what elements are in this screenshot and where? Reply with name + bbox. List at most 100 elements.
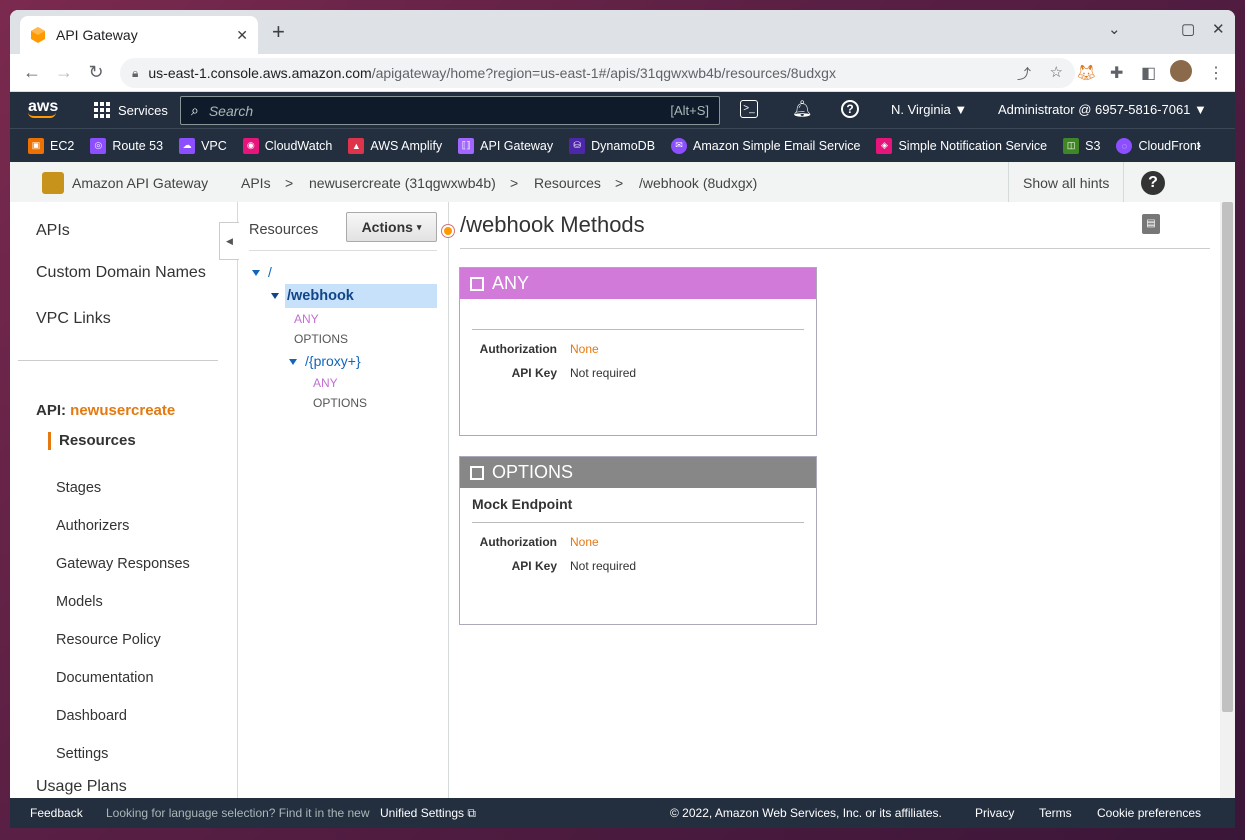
cube-icon bbox=[470, 465, 484, 480]
scrollbar-thumb[interactable] bbox=[1222, 202, 1233, 712]
url-host: us-east-1.console.aws.amazon.com bbox=[148, 65, 372, 81]
address-bar-row: ← → ↻ 🔒︎ us-east-1.console.aws.amazon.co… bbox=[10, 54, 1235, 92]
help-circle-icon[interactable]: ? bbox=[1141, 171, 1165, 195]
vpc-icon: ☁ bbox=[179, 137, 196, 154]
breadcrumb-separator: > bbox=[615, 175, 624, 191]
favorites-scroll-right-icon[interactable]: › bbox=[1196, 137, 1201, 155]
nav-authorizers[interactable]: Authorizers bbox=[56, 518, 129, 534]
documentation-book-icon[interactable]: ▤ bbox=[1142, 214, 1160, 234]
aws-logo[interactable]: aws bbox=[28, 98, 58, 118]
nav-stages[interactable]: Stages bbox=[56, 480, 101, 496]
method-any[interactable]: ANY bbox=[313, 376, 338, 390]
favorite-ec2[interactable]: ▣ EC2 bbox=[28, 137, 74, 154]
cloudshell-icon[interactable]: >_ bbox=[740, 100, 758, 118]
window-minimize-icon[interactable]: ⌄ bbox=[1108, 20, 1121, 38]
forward-icon[interactable]: → bbox=[48, 62, 80, 83]
methods-content: /webhook Methods ▤ ANY Authorization None… bbox=[450, 202, 1220, 798]
url-path: /apigateway/home?region=us-east-1#/apis/… bbox=[371, 65, 836, 81]
window-restore-icon[interactable]: ▢ bbox=[1181, 20, 1195, 38]
side-panel-icon[interactable]: ◧ bbox=[1141, 63, 1156, 83]
bookmark-star-icon[interactable]: ☆ bbox=[1050, 63, 1063, 81]
method-card-header: OPTIONS bbox=[460, 457, 816, 488]
breadcrumb-apis[interactable]: APIs bbox=[241, 175, 271, 191]
services-menu-button[interactable]: Services bbox=[94, 102, 168, 118]
ec2-icon: ▣ bbox=[28, 137, 44, 154]
breadcrumb-resources[interactable]: Resources bbox=[534, 175, 601, 191]
privacy-link[interactable]: Privacy bbox=[975, 806, 1014, 820]
api-gateway-favicon-icon bbox=[31, 27, 45, 43]
breadcrumb-resource: /webhook (8udxgx) bbox=[639, 175, 758, 191]
terms-link[interactable]: Terms bbox=[1039, 806, 1072, 820]
url-field[interactable]: 🔒︎ us-east-1.console.aws.amazon.com/apig… bbox=[120, 58, 1075, 88]
api-gateway-icon: ⟦⟧ bbox=[458, 137, 475, 154]
method-any[interactable]: ANY bbox=[294, 312, 319, 326]
tab-close-icon[interactable]: ✕ bbox=[236, 27, 248, 44]
favorite-ses[interactable]: ✉ Amazon Simple Email Service bbox=[671, 137, 860, 154]
metamask-extension-icon[interactable]: 🦊︎ bbox=[1076, 63, 1096, 83]
service-logo[interactable]: Amazon API Gateway bbox=[42, 172, 208, 194]
nav-gateway-responses[interactable]: Gateway Responses bbox=[56, 556, 190, 572]
help-icon[interactable]: ? bbox=[841, 100, 859, 118]
account-menu[interactable]: Administrator @ 6957-5816-7061 ▼ bbox=[998, 102, 1207, 117]
aws-search-input[interactable]: ⌕ Search [Alt+S] bbox=[180, 96, 720, 125]
favorite-cloudfront[interactable]: ◌ CloudFront bbox=[1116, 137, 1200, 154]
favorite-api-gateway[interactable]: ⟦⟧ API Gateway bbox=[458, 137, 553, 154]
service-header: Amazon API Gateway APIs > newusercreate … bbox=[10, 162, 1235, 204]
tree-node-proxy[interactable]: /{proxy+} bbox=[289, 353, 361, 369]
browser-window: API Gateway ✕ + ⌄ ▢ ✕ ← → ↻ 🔒︎ us-east-1… bbox=[10, 10, 1235, 828]
method-card-options[interactable]: OPTIONS Mock Endpoint Authorization None … bbox=[459, 456, 817, 625]
favorite-cloudwatch[interactable]: ◉ CloudWatch bbox=[242, 137, 332, 154]
show-all-hints-button[interactable]: Show all hints bbox=[1008, 162, 1125, 204]
breadcrumb-api[interactable]: newusercreate (31qgwxwb4b) bbox=[309, 175, 496, 191]
method-options[interactable]: OPTIONS bbox=[294, 332, 348, 346]
region-selector[interactable]: N. Virginia ▼ bbox=[891, 102, 967, 117]
breadcrumb-separator: > bbox=[285, 175, 294, 191]
tree-node-root[interactable]: / bbox=[252, 264, 272, 280]
page-scrollbar[interactable] bbox=[1220, 202, 1235, 828]
nav-vpc-links[interactable]: VPC Links bbox=[36, 310, 111, 328]
feedback-link[interactable]: Feedback bbox=[30, 806, 83, 820]
collapse-nav-icon[interactable]: ◀ bbox=[219, 222, 239, 260]
reload-icon[interactable]: ↻ bbox=[80, 62, 112, 83]
nav-dashboard[interactable]: Dashboard bbox=[56, 708, 127, 724]
expand-triangle-icon bbox=[271, 293, 279, 300]
nav-models[interactable]: Models bbox=[56, 594, 103, 610]
tab-bar: API Gateway ✕ + ⌄ ▢ ✕ bbox=[10, 10, 1235, 54]
nav-resources[interactable]: Resources bbox=[48, 432, 136, 450]
window-close-icon[interactable]: ✕ bbox=[1212, 20, 1225, 38]
browser-menu-icon[interactable]: ⋮ bbox=[1208, 63, 1224, 83]
cookie-preferences-link[interactable]: Cookie preferences bbox=[1097, 806, 1201, 820]
favorite-dynamodb[interactable]: ⛁ DynamoDB bbox=[569, 137, 655, 154]
favorite-amplify[interactable]: ▲ AWS Amplify bbox=[348, 137, 442, 154]
back-icon[interactable]: ← bbox=[16, 62, 48, 83]
actions-dropdown-button[interactable]: Actions ▾ bbox=[346, 212, 437, 242]
nav-settings[interactable]: Settings bbox=[56, 746, 108, 762]
extensions-puzzle-icon[interactable]: ✚ bbox=[1110, 63, 1123, 83]
api-name[interactable]: newusercreate bbox=[70, 402, 175, 419]
copyright: © 2022, Amazon Web Services, Inc. or its… bbox=[670, 806, 942, 820]
authorization-value[interactable]: None bbox=[570, 342, 599, 356]
resources-header: Resources bbox=[249, 222, 319, 238]
favorite-s3[interactable]: ◫ S3 bbox=[1063, 137, 1100, 154]
profile-avatar[interactable] bbox=[1170, 60, 1192, 82]
method-card-any[interactable]: ANY Authorization None API Key Not require… bbox=[459, 267, 817, 436]
unified-settings-link[interactable]: Unified Settings ⧉ bbox=[380, 806, 476, 821]
nav-resource-policy[interactable]: Resource Policy bbox=[56, 632, 161, 648]
nav-documentation[interactable]: Documentation bbox=[56, 670, 154, 686]
lock-icon: 🔒︎ bbox=[132, 65, 139, 80]
notifications-bell-icon[interactable]: 🔔︎ bbox=[792, 99, 812, 119]
favorite-sns[interactable]: ◈ Simple Notification Service bbox=[876, 137, 1047, 154]
tree-node-webhook[interactable]: /webhook bbox=[271, 288, 354, 304]
nav-usage-plans[interactable]: Usage Plans bbox=[36, 778, 127, 796]
browser-tab[interactable]: API Gateway ✕ bbox=[20, 16, 258, 54]
favorites-bar: ▣ EC2 ◎ Route 53 ☁ VPC ◉ CloudWatch ▲ AWS Amp… bbox=[10, 128, 1235, 162]
authorization-value[interactable]: None bbox=[570, 535, 599, 549]
method-options[interactable]: OPTIONS bbox=[313, 396, 367, 410]
nav-apis[interactable]: APIs bbox=[36, 222, 70, 240]
new-tab-button[interactable]: + bbox=[272, 21, 285, 43]
favorite-vpc[interactable]: ☁ VPC bbox=[179, 137, 227, 154]
nav-custom-domain-names[interactable]: Custom Domain Names bbox=[36, 264, 206, 282]
main-area: APIs Custom Domain Names VPC Links API: … bbox=[10, 202, 1220, 798]
favorite-route53[interactable]: ◎ Route 53 bbox=[90, 137, 163, 154]
share-icon[interactable]: ⤴ bbox=[1017, 64, 1031, 84]
